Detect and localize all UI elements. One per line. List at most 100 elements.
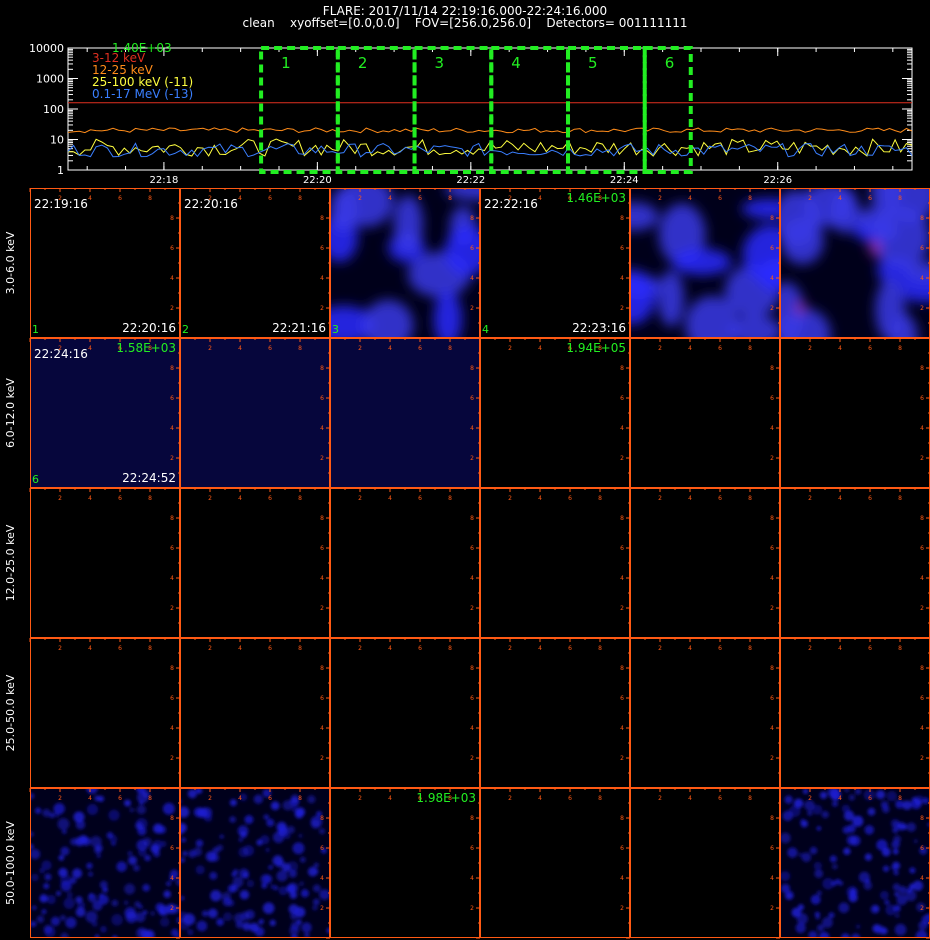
x-tick-label: 6 (868, 345, 872, 352)
y-tick-label: 2 (620, 305, 624, 312)
image-panel: 2 2 4 4 6 6 8 8 (479, 637, 631, 789)
x-tick-label: 6 (418, 345, 422, 352)
y-tick-label: 6 (320, 845, 324, 852)
y-tick-label: 4 (620, 575, 624, 582)
y-tick-label: 4 (920, 275, 924, 282)
x-tick-label: 4 (238, 645, 242, 652)
x-tick-label: 22:24 (610, 175, 639, 186)
panel-start-time: 22:22:16 (484, 197, 538, 211)
y-tick-label: 4 (470, 275, 474, 282)
y-tick-label: 8 (320, 515, 324, 522)
y-tick-label: 10000 (29, 42, 64, 55)
x-tick-label: 2 (508, 345, 512, 352)
y-tick-label: 8 (170, 365, 174, 372)
image-panel: 2 2 4 4 6 6 8 8 (329, 487, 481, 639)
panel-index: 2 (182, 323, 189, 336)
y-tick-label: 8 (170, 665, 174, 672)
y-tick-label: 4 (170, 425, 174, 432)
image-panel: 2 2 4 4 6 6 8 8 (629, 637, 781, 789)
y-tick-label: 6 (920, 845, 924, 852)
panel-max-value: 1.94E+05 (566, 341, 626, 355)
x-tick-label: 2 (208, 795, 212, 802)
x-tick-label: 2 (208, 495, 212, 502)
x-tick-label: 4 (88, 795, 92, 802)
y-tick-label: 6 (770, 845, 774, 852)
x-tick-label: 2 (208, 345, 212, 352)
x-tick-label: 4 (238, 345, 242, 352)
x-tick-label: 8 (448, 345, 452, 352)
image-panel: 2 2 4 4 6 6 8 8 (779, 787, 930, 939)
panel-image (30, 788, 180, 938)
y-tick-label: 8 (620, 365, 624, 372)
interval-label: 5 (588, 54, 598, 72)
y-tick-label: 6 (470, 395, 474, 402)
panel-image (780, 188, 930, 338)
y-tick-label: 6 (770, 545, 774, 552)
panel-start-time: 22:24:16 (34, 347, 88, 361)
x-tick-label: 4 (688, 795, 692, 802)
y-tick-label: 8 (770, 815, 774, 822)
x-tick-label: 4 (838, 645, 842, 652)
x-tick-label: 8 (748, 345, 752, 352)
panel-background (480, 788, 630, 938)
y-tick-label: 4 (920, 425, 924, 432)
y-tick-label: 6 (920, 245, 924, 252)
panel-index: 3 (332, 323, 339, 336)
x-tick-label: 22:18 (149, 175, 178, 186)
panel-end-time: 22:23:16 (572, 321, 626, 335)
y-tick-label: 2 (470, 905, 474, 912)
image-panel: 2244668822:22:1622:23:1641.46E+03 (479, 188, 631, 339)
x-tick-label: 6 (868, 645, 872, 652)
y-tick-label: 8 (620, 665, 624, 672)
image-panel: 224466881.94E+05 (479, 337, 631, 489)
y-tick-label: 8 (770, 665, 774, 672)
y-tick-label: 8 (770, 215, 774, 222)
y-tick-label: 4 (320, 725, 324, 732)
x-tick-label: 2 (358, 195, 362, 202)
image-panel: 2 2 4 4 6 6 8 8 (629, 337, 781, 489)
y-tick-label: 6 (620, 545, 624, 552)
x-tick-label: 4 (238, 795, 242, 802)
y-tick-label: 4 (920, 575, 924, 582)
y-tick-label: 6 (170, 395, 174, 402)
x-tick-label: 2 (658, 795, 662, 802)
y-tick-label: 6 (170, 545, 174, 552)
y-tick-label: 2 (320, 605, 324, 612)
y-tick-label: 1000 (36, 73, 64, 86)
y-tick-label: 8 (470, 665, 474, 672)
y-tick-label: 2 (470, 755, 474, 762)
y-tick-label: 2 (920, 305, 924, 312)
y-tick-label: 4 (920, 875, 924, 882)
image-grid: 3.0-6.0 keV 6.0-12.0 keV 12.0-25.0 keV 25.0… (4, 188, 930, 939)
image-panel: 2 2 4 4 6 6 8 8 (629, 487, 781, 639)
x-tick-label: 6 (418, 195, 422, 202)
x-tick-label: 4 (238, 195, 242, 202)
x-tick-label: 6 (718, 195, 722, 202)
y-tick-label: 2 (470, 605, 474, 612)
y-tick-label: 4 (470, 725, 474, 732)
panel-image (330, 338, 480, 488)
image-panel: 2 2 4 4 6 6 8 8 (779, 337, 930, 489)
x-tick-label: 2 (58, 795, 62, 802)
panel-background (330, 638, 480, 788)
x-tick-label: 2 (58, 495, 62, 502)
image-panel: 2 2 4 4 6 6 8 8 (179, 787, 331, 939)
x-tick-label: 8 (448, 195, 452, 202)
panel-background (630, 788, 780, 938)
y-tick-label: 8 (920, 215, 924, 222)
x-tick-label: 4 (838, 495, 842, 502)
panel-background (30, 488, 180, 638)
panel-background (630, 488, 780, 638)
row-label: 6.0-12.0 keV (4, 378, 17, 448)
x-tick-label: 6 (718, 645, 722, 652)
image-panel: 2 2 4 4 6 6 8 8 (629, 188, 781, 339)
x-tick-label: 6 (568, 795, 572, 802)
x-tick-label: 8 (598, 645, 602, 652)
x-tick-label: 8 (898, 195, 902, 202)
x-tick-label: 6 (268, 195, 272, 202)
x-tick-label: 2 (508, 495, 512, 502)
y-tick-label: 8 (620, 215, 624, 222)
x-tick-label: 4 (388, 345, 392, 352)
y-tick-label: 2 (620, 905, 624, 912)
panel-background (180, 488, 330, 638)
